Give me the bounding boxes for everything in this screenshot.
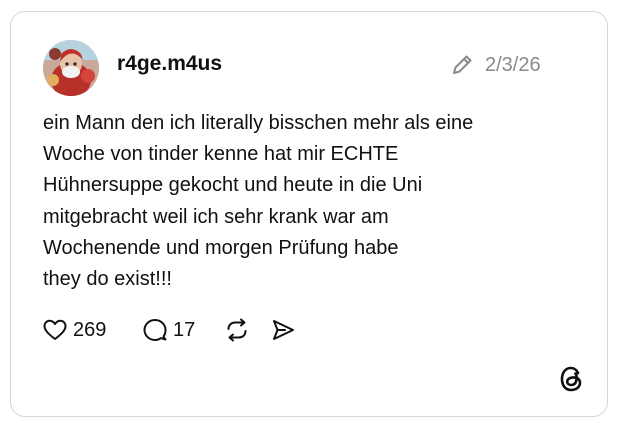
username[interactable]: r4ge.m4us (117, 51, 222, 77)
repost-icon (227, 318, 247, 342)
like-button[interactable]: 269 (42, 314, 106, 346)
avatar[interactable] (43, 40, 99, 96)
reply-count: 17 (173, 319, 196, 341)
share-button[interactable] (270, 314, 296, 346)
comment-icon (143, 319, 167, 341)
post-text-line: mitgebracht weil ich sehr krank war am (43, 205, 389, 228)
post-text: ein Mann den ich literally bisschen mehr… (43, 108, 583, 295)
post-text-line: Wochenende und morgen Prüfung habe (43, 236, 399, 259)
post-text-line: ein Mann den ich literally bisschen mehr… (43, 112, 474, 134)
post-text-line: Hühnersuppe gekocht und heute in die Uni (43, 174, 423, 197)
repost-button[interactable] (224, 314, 250, 346)
threads-logo-icon[interactable] (557, 364, 585, 394)
post-card: r4ge.m4us 2/3/26 ein Mann den ich litera… (10, 11, 608, 417)
post-text-line: Woche von tinder kenne hat mir ECHTE (43, 143, 399, 166)
heart-icon (43, 319, 67, 340)
reply-button[interactable]: 17 (142, 314, 195, 346)
send-icon (273, 320, 294, 340)
pencil-icon (453, 55, 472, 74)
avatar-image (43, 40, 99, 96)
like-count: 269 (73, 319, 107, 341)
post-text-line: they do exist!!! (43, 268, 172, 291)
post-date: 2/3/26 (485, 54, 541, 76)
